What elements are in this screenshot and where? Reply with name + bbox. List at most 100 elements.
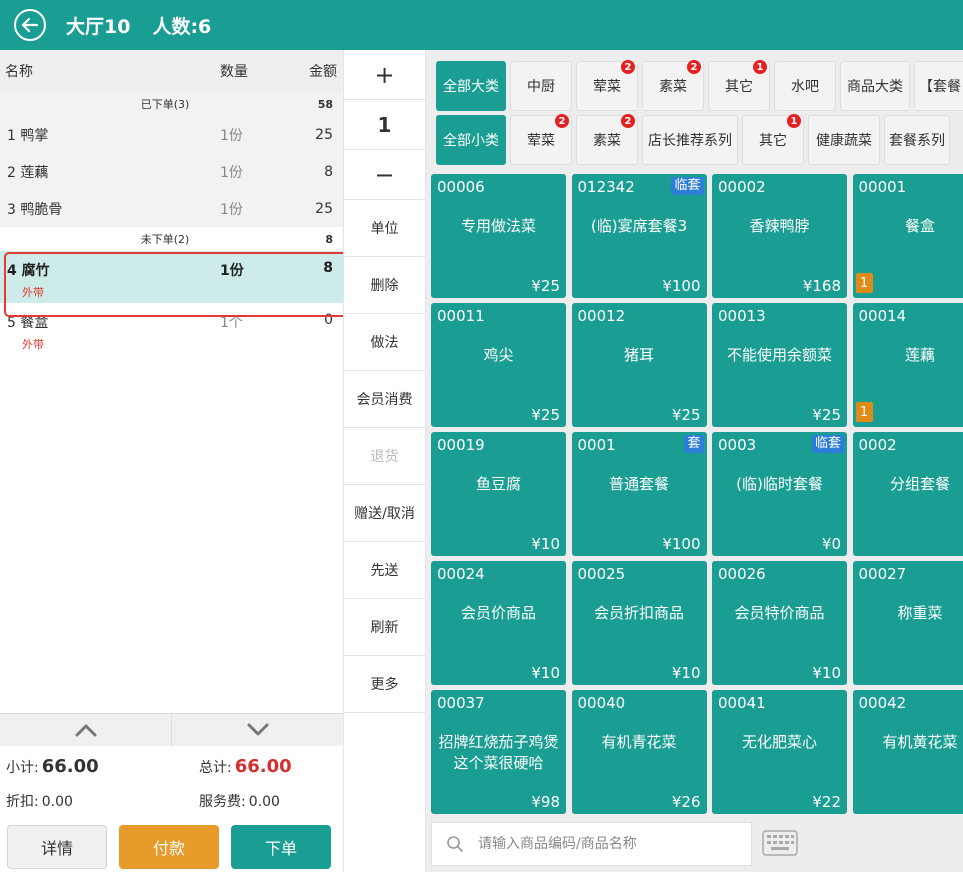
product-tile[interactable]: 012342 临套 (临)宴席套餐3 ¥100	[571, 174, 707, 298]
gift-cancel-button[interactable]: 赠送/取消	[344, 485, 425, 542]
return-button[interactable]: 退货	[344, 428, 425, 485]
product-price: ¥22	[812, 793, 841, 811]
people-count: 人数:6	[152, 15, 212, 38]
count-badge: 1	[787, 114, 801, 128]
product-tile[interactable]: 00011 鸡尖 ¥25	[431, 303, 566, 427]
order-row[interactable]: 3 鸭脆骨 1份 25	[0, 190, 343, 227]
product-tile[interactable]: 00041 无化肥菜心 ¥22	[712, 690, 847, 814]
subcategory-tab[interactable]: 素菜 2	[576, 114, 638, 165]
unit-button[interactable]: 单位	[344, 200, 425, 257]
pay-button[interactable]: 付款	[119, 825, 219, 869]
item-amount: 8	[323, 260, 333, 276]
product-tile[interactable]: 00002 香辣鸭脖 ¥168	[712, 174, 847, 298]
count-badge: 2	[621, 60, 635, 74]
refresh-button[interactable]: 刷新	[344, 599, 425, 656]
item-amount: 25	[315, 200, 333, 217]
serve-first-button[interactable]: 先送	[344, 542, 425, 599]
category-tab[interactable]: 水吧	[774, 61, 836, 111]
category-tab[interactable]: 其它 1	[708, 60, 770, 111]
count-badge: 2	[555, 114, 569, 128]
product-code: 00026	[718, 565, 766, 583]
product-tile[interactable]: 0001 套普通套餐 ¥100	[571, 432, 707, 556]
product-code: 0003	[718, 436, 757, 454]
product-price: ¥100	[662, 535, 701, 553]
subcategory-tab[interactable]: 店长推荐系列	[642, 115, 738, 165]
pending-row-selected[interactable]: 4 腐竹 1份 8 外带	[0, 251, 343, 303]
service-value: 0.00	[248, 794, 280, 810]
product-tile[interactable]: 00013 不能使用余额菜 ¥25	[712, 303, 847, 427]
product-price: ¥0	[821, 535, 841, 553]
delete-button[interactable]: 删除	[344, 257, 425, 314]
product-tile[interactable]: 00019 鱼豆腐 ¥10	[431, 432, 566, 556]
product-tile[interactable]: 0002分组套餐¥1	[852, 432, 963, 556]
subtotal: 小计: 66.00	[6, 756, 99, 777]
product-tile[interactable]: 00006 专用做法菜 ¥25	[431, 174, 566, 298]
subcategory-tab[interactable]: 其它 1	[742, 114, 804, 165]
column-amount: 金额	[309, 64, 337, 80]
subtotal-label: 小计:	[6, 760, 39, 776]
product-name: 香辣鸭脖	[749, 217, 810, 235]
member-consume-button[interactable]: 会员消费	[344, 371, 425, 428]
product-code: 00013	[718, 307, 766, 325]
category-tab[interactable]: 商品大类	[840, 61, 910, 111]
subcategory-tab[interactable]: 健康蔬菜	[808, 115, 880, 165]
item-name: 5 餐盒	[7, 315, 49, 331]
category-tab[interactable]: 中厨	[510, 61, 572, 111]
product-code: 00040	[577, 694, 626, 712]
product-code: 00001	[858, 178, 907, 196]
item-name: 2 莲藕	[7, 164, 49, 181]
product-tile[interactable]: 00014 莲藕 1	[852, 303, 963, 427]
product-tile[interactable]: 00012 猪耳 ¥25	[571, 303, 707, 427]
search-bar	[431, 822, 752, 866]
product-name: 无化肥菜心	[741, 733, 817, 751]
discount-label: 折扣:	[6, 794, 39, 810]
product-tile[interactable]: 00037 招牌红烧茄子鸡煲这个菜很硬哈 ¥98	[431, 690, 566, 814]
search-input[interactable]	[478, 836, 751, 852]
pending-row[interactable]: 5 餐盒 1个 0 外带	[0, 303, 343, 355]
subcategory-tab[interactable]: 全部小类	[436, 115, 506, 165]
back-arrow-icon[interactable]	[14, 9, 46, 41]
product-name: 会员价商品	[460, 604, 536, 622]
product-tile[interactable]: 00040 有机青花菜 ¥26	[571, 690, 707, 814]
method-button[interactable]: 做法	[344, 314, 425, 371]
count-badge: 1	[753, 60, 767, 74]
product-tile[interactable]: 00025 会员折扣商品 ¥10	[571, 561, 707, 685]
product-tile[interactable]: 0003 临套 (临)临时套餐 ¥0	[712, 432, 847, 556]
category-bar: 全部大类 中厨 荤菜 2 素菜 2 其它 1 水吧 商品大类 【套餐	[426, 60, 963, 113]
subcategory-tab[interactable]: 荤菜 2	[510, 114, 572, 165]
item-amount: 8	[324, 163, 333, 180]
pending-group-header: 未下单(2) 8	[0, 227, 343, 251]
product-tile[interactable]: 00001 餐盒 1	[852, 174, 963, 298]
product-tile[interactable]: 00026 会员特价商品 ¥10	[712, 561, 847, 685]
product-code: 00027	[858, 565, 907, 583]
subtotal-value: 66.00	[41, 756, 99, 777]
column-qty: 数量	[220, 64, 248, 80]
order-row[interactable]: 1 鸭掌 1份 25	[0, 116, 343, 153]
item-amount: 0	[324, 312, 333, 328]
service-label: 服务费:	[199, 794, 246, 810]
added-count-badge: 1	[855, 402, 873, 422]
search-icon	[446, 835, 464, 853]
product-name: 猪耳	[623, 346, 654, 364]
category-tab[interactable]: 全部大类	[436, 61, 506, 111]
order-row[interactable]: 2 莲藕 1份 8	[0, 153, 343, 190]
category-tab[interactable]: 荤菜 2	[576, 60, 638, 111]
place-order-button[interactable]: 下单	[231, 825, 331, 869]
product-tile[interactable]: 00042 有机黄花菜	[852, 690, 963, 814]
keyboard-icon[interactable]	[762, 830, 800, 858]
chevron-up-icon[interactable]	[0, 714, 172, 746]
subcategory-tab[interactable]: 套餐系列	[884, 115, 950, 165]
product-code: 00042	[858, 694, 907, 712]
product-code: 00025	[577, 565, 626, 583]
count-badge: 2	[687, 60, 701, 74]
product-tile[interactable]: 00024 会员价商品 ¥10	[431, 561, 566, 685]
chevron-down-icon[interactable]	[172, 714, 343, 746]
category-tab[interactable]: 【套餐	[914, 61, 963, 111]
increase-qty-button[interactable]: +	[344, 50, 425, 100]
more-button[interactable]: 更多	[344, 656, 425, 713]
decrease-qty-button[interactable]: −	[344, 150, 425, 200]
product-price: ¥26	[671, 793, 701, 811]
product-tile[interactable]: 00027 称重菜	[852, 561, 963, 685]
detail-button[interactable]: 详情	[7, 825, 107, 869]
category-tab[interactable]: 素菜 2	[642, 60, 704, 111]
